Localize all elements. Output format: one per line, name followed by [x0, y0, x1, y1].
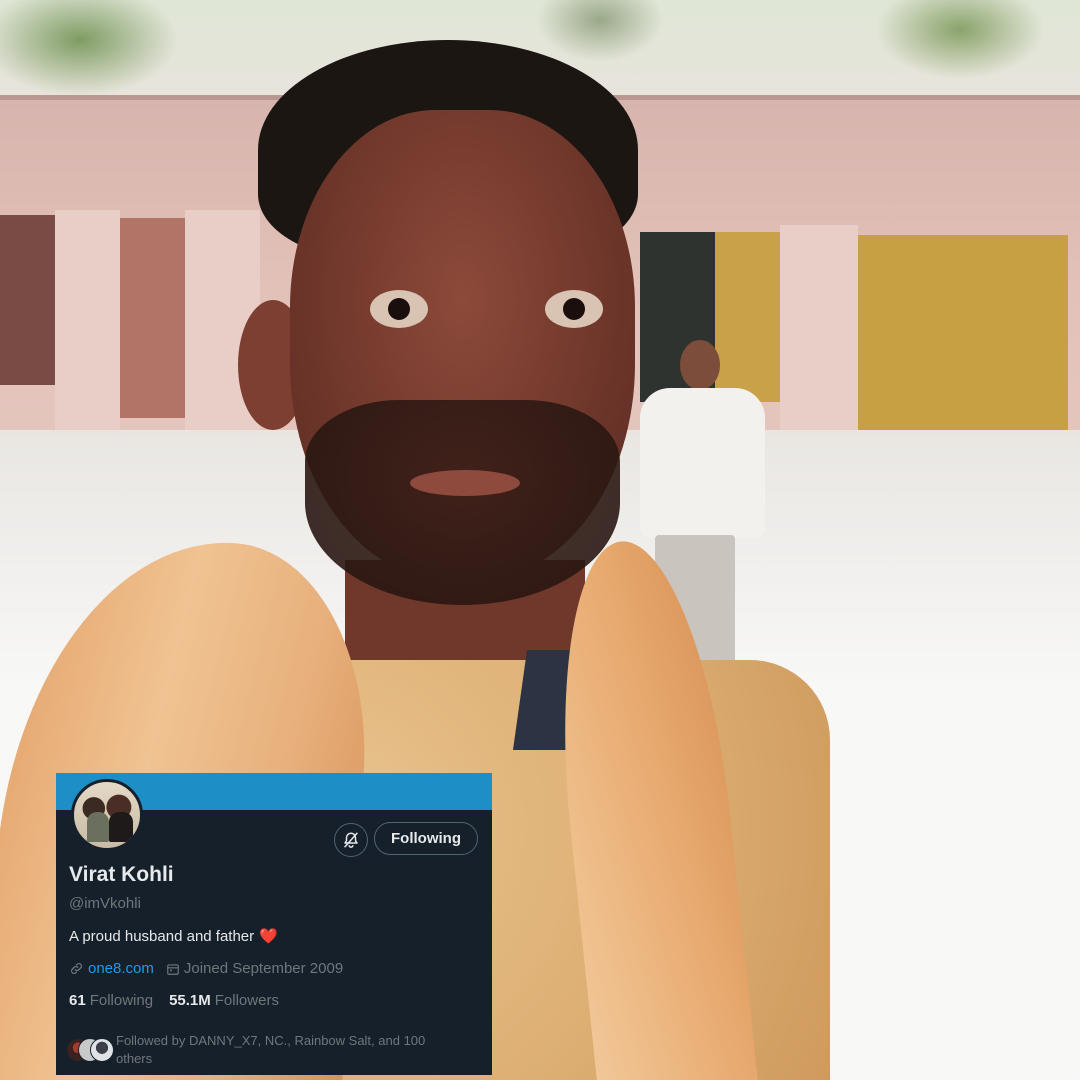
profile-meta: one8.com Joined September 2009 [69, 960, 343, 977]
calendar-icon [167, 963, 179, 975]
following-count: 61 [69, 992, 86, 1009]
following-stat[interactable]: 61 Following [69, 992, 153, 1009]
following-label: Following [89, 992, 154, 1009]
followed-by[interactable]: Followed by DANNY_X7, NC., Rainbow Salt,… [66, 1032, 466, 1068]
profile-handle: @imVkohli [69, 895, 141, 912]
notification-button[interactable] [334, 823, 368, 857]
website-link[interactable]: one8.com [88, 960, 154, 977]
heart-emoji: ❤️ [259, 928, 278, 945]
link-icon [71, 963, 82, 974]
mini-avatar [90, 1038, 114, 1062]
profile-card: Following Virat Kohli @imVkohli A proud … [56, 773, 492, 1075]
mouth [410, 470, 520, 496]
bio-text: A proud husband and father [69, 927, 255, 945]
profile-name: Virat Kohli [69, 863, 174, 886]
followed-by-avatars [66, 1038, 114, 1062]
eye [545, 290, 603, 328]
followers-label: Followers [214, 992, 279, 1009]
profile-bio: A proud husband and father ❤️ [69, 927, 278, 946]
eye [370, 290, 428, 328]
avatar-figure [109, 812, 133, 842]
joined-date: Joined September 2009 [183, 960, 344, 977]
followers-stat[interactable]: 55.1M Followers [169, 992, 279, 1009]
avatar-figure [87, 812, 109, 842]
profile-avatar[interactable] [71, 779, 143, 851]
following-button[interactable]: Following [374, 822, 478, 855]
followed-by-text: Followed by DANNY_X7, NC., Rainbow Salt,… [116, 1033, 426, 1066]
profile-stats: 61 Following 55.1M Followers [69, 992, 279, 1009]
followers-count: 55.1M [169, 992, 211, 1009]
beard [305, 400, 620, 605]
bell-icon [344, 832, 358, 848]
